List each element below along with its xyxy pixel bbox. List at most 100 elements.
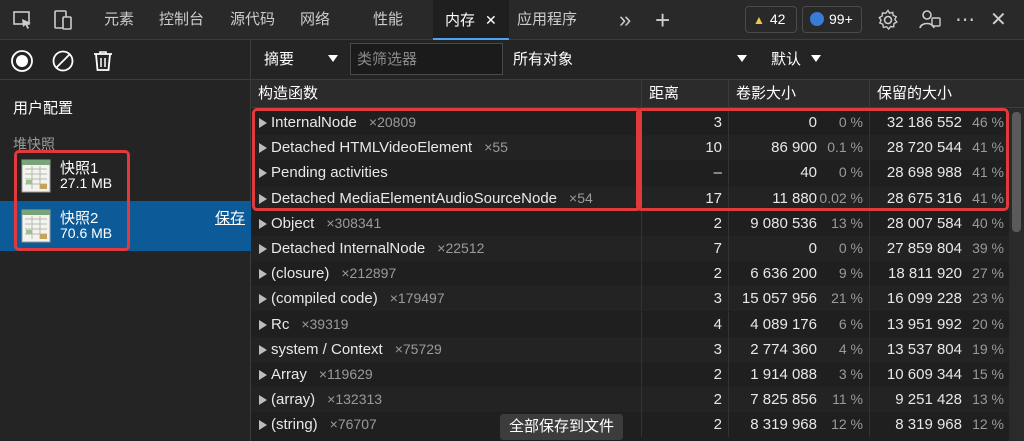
constructor-name: Rc ×39319 bbox=[271, 312, 348, 337]
shallow-size-cell: 0 0 % bbox=[729, 110, 870, 135]
expand-triangle-icon[interactable] bbox=[259, 269, 267, 280]
shallow-size-cell: 2 774 360 4 % bbox=[729, 336, 870, 362]
shallow-size-percent: 0.02 % bbox=[819, 189, 863, 206]
instance-count: ×39319 bbox=[301, 315, 349, 332]
trash-icon[interactable] bbox=[91, 49, 115, 73]
objects-select[interactable]: 所有对象 bbox=[513, 40, 573, 80]
tab-console[interactable]: 控制台 bbox=[159, 0, 204, 40]
column-distance[interactable]: 距离 bbox=[642, 80, 729, 108]
constructor-name: (array) ×132313 bbox=[271, 387, 382, 412]
table-scrollbar[interactable] bbox=[1009, 108, 1024, 441]
retained-size-cell: 32 186 552 46 % bbox=[870, 110, 1024, 135]
table-row[interactable]: Detached InternalNode ×22512 7 0 0 % 27 859 8… bbox=[251, 236, 1024, 261]
table-row[interactable]: (array) ×132313 2 7 825 856 11 % 9 251 428 13 … bbox=[251, 387, 1024, 413]
warnings-badge[interactable]: ▲ 42 bbox=[745, 6, 797, 33]
expand-triangle-icon[interactable] bbox=[259, 370, 267, 380]
shallow-size-cell: 86 900 0.1 % bbox=[729, 135, 870, 161]
warning-icon: ▲ bbox=[753, 13, 765, 27]
table-row[interactable]: InternalNode ×20809 3 0 0 % 32 186 552 46 % bbox=[251, 110, 1024, 135]
save-snapshot-link[interactable]: 保存 bbox=[215, 207, 245, 228]
expand-triangle-icon[interactable] bbox=[259, 193, 267, 204]
column-retained-size[interactable]: 保留的大小 bbox=[870, 80, 1024, 108]
tab-memory[interactable]: 内存 ✕ bbox=[433, 0, 509, 40]
expand-triangle-icon[interactable] bbox=[259, 168, 267, 179]
clear-icon[interactable] bbox=[51, 49, 75, 73]
column-shallow-size[interactable]: 卷影大小 bbox=[729, 80, 870, 108]
default-select[interactable]: 默认 bbox=[771, 40, 801, 80]
more-tabs-icon[interactable]: » bbox=[619, 0, 631, 40]
more-options-icon[interactable]: ⋯ bbox=[955, 0, 975, 40]
retained-size-cell: 28 698 988 41 % bbox=[870, 160, 1024, 185]
retained-size-cell: 10 609 344 15 % bbox=[870, 362, 1024, 387]
tab-application[interactable]: 应用程序 bbox=[517, 0, 577, 40]
retained-size-percent: 46 % bbox=[972, 114, 1004, 130]
view-select[interactable]: 摘要 bbox=[264, 40, 294, 80]
expand-triangle-icon[interactable] bbox=[259, 244, 267, 254]
shallow-size-value: 9 080 536 bbox=[750, 214, 817, 232]
expand-triangle-icon[interactable] bbox=[259, 143, 267, 154]
tab-network[interactable]: 网络 bbox=[300, 0, 330, 40]
retained-size-cell: 8 319 968 12 % bbox=[870, 412, 1024, 437]
retained-size-cell: 9 251 428 13 % bbox=[870, 387, 1024, 412]
table-row[interactable]: Detached HTMLVideoElement ×55 10 86 900 0.1 … bbox=[251, 135, 1024, 161]
customize-icon[interactable] bbox=[918, 8, 942, 32]
retained-size-percent: 41 % bbox=[972, 139, 1004, 156]
table-row[interactable]: system / Context ×75729 3 2 774 360 4 % 13 53… bbox=[251, 336, 1024, 362]
expand-triangle-icon[interactable] bbox=[259, 395, 267, 406]
table-row[interactable]: (string) ×76707 2 8 319 968 12 % 8 319 968 12 … bbox=[251, 412, 1024, 438]
tab-sources[interactable]: 源代码 bbox=[230, 0, 275, 40]
chevron-down-icon[interactable] bbox=[737, 55, 747, 62]
constructor-name: Detached MediaElementAudioSourceNode ×54 bbox=[271, 186, 593, 211]
table-row[interactable]: Object ×308341 2 9 080 536 13 % 28 007 584 40 … bbox=[251, 210, 1024, 236]
table-row[interactable]: (compiled code) ×179497 3 15 057 956 21 % 16 … bbox=[251, 286, 1024, 312]
table-row[interactable]: (closure) ×212897 2 6 636 200 9 % 18 811 920 2… bbox=[251, 261, 1024, 287]
constructor-name: Array ×119629 bbox=[271, 362, 373, 387]
retained-size-cell: 28 720 544 41 % bbox=[870, 135, 1024, 160]
scrollbar-thumb[interactable] bbox=[1012, 112, 1021, 232]
add-tab-icon[interactable]: + bbox=[655, 0, 670, 40]
device-emulation-icon[interactable] bbox=[51, 8, 75, 32]
snapshot-item-2[interactable]: 快照2 70.6 MB 保存 bbox=[0, 201, 251, 251]
tab-performance[interactable]: 性能 bbox=[373, 0, 403, 40]
expand-triangle-icon[interactable] bbox=[259, 218, 267, 229]
constructor-label: Detached HTMLVideoElement bbox=[271, 139, 473, 157]
settings-gear-icon[interactable] bbox=[876, 8, 900, 32]
distance-cell: 10 bbox=[642, 135, 729, 161]
constructor-name: system / Context ×75729 bbox=[271, 337, 442, 362]
table-row[interactable]: Pending activities – 40 0 % 28 698 988 41 % bbox=[251, 160, 1024, 186]
class-filter-input[interactable] bbox=[350, 43, 503, 75]
save-all-to-file-button[interactable]: 全部保存到文件 bbox=[500, 414, 624, 440]
table-row[interactable]: Array ×119629 2 1 914 088 3 % 10 609 344 15 % bbox=[251, 362, 1024, 387]
expand-triangle-icon[interactable] bbox=[259, 420, 267, 431]
column-constructor[interactable]: 构造函数 bbox=[251, 80, 642, 108]
tab-elements[interactable]: 元素 bbox=[104, 0, 134, 40]
constructor-cell: Pending activities bbox=[251, 160, 642, 186]
close-tab-icon[interactable]: ✕ bbox=[485, 12, 497, 28]
snapshot-item-1[interactable]: 快照1 27.1 MB bbox=[0, 151, 251, 201]
shallow-size-cell: 15 057 956 21 % bbox=[729, 286, 870, 312]
devtools-tab-bar: 元素 控制台 源代码 网络 性能 内存 ✕ 应用程序 » + ▲ 42 99+ ⋯ … bbox=[0, 0, 1024, 40]
constructor-name: Detached InternalNode ×22512 bbox=[271, 236, 484, 261]
chevron-down-icon[interactable] bbox=[811, 55, 821, 62]
distance-cell: 7 bbox=[642, 236, 729, 261]
inspect-element-icon[interactable] bbox=[11, 8, 35, 32]
expand-triangle-icon[interactable] bbox=[259, 294, 267, 305]
retained-size-percent: 40 % bbox=[972, 214, 1004, 231]
distance-cell: 2 bbox=[642, 362, 729, 387]
expand-triangle-icon[interactable] bbox=[259, 118, 267, 128]
chevron-down-icon[interactable] bbox=[328, 55, 338, 62]
instance-count: ×75729 bbox=[394, 340, 442, 357]
close-devtools-icon[interactable]: ✕ bbox=[990, 0, 1007, 40]
expand-triangle-icon[interactable] bbox=[259, 344, 267, 355]
record-icon[interactable] bbox=[10, 49, 34, 73]
retained-size-value: 28 675 316 bbox=[886, 189, 962, 207]
shallow-size-value: 2 774 360 bbox=[750, 340, 817, 358]
table-row[interactable]: Detached MediaElementAudioSourceNode ×54 1… bbox=[251, 185, 1024, 211]
expand-triangle-icon[interactable] bbox=[259, 319, 267, 330]
messages-badge[interactable]: 99+ bbox=[802, 6, 862, 33]
constructor-label: (compiled code) bbox=[271, 290, 378, 308]
constructor-label: Detached MediaElementAudioSourceNode bbox=[271, 189, 558, 207]
constructor-cell: Array ×119629 bbox=[251, 362, 642, 387]
instance-count: ×55 bbox=[484, 139, 508, 156]
table-row[interactable]: Rc ×39319 4 4 089 176 6 % 13 951 992 20 % bbox=[251, 311, 1024, 337]
